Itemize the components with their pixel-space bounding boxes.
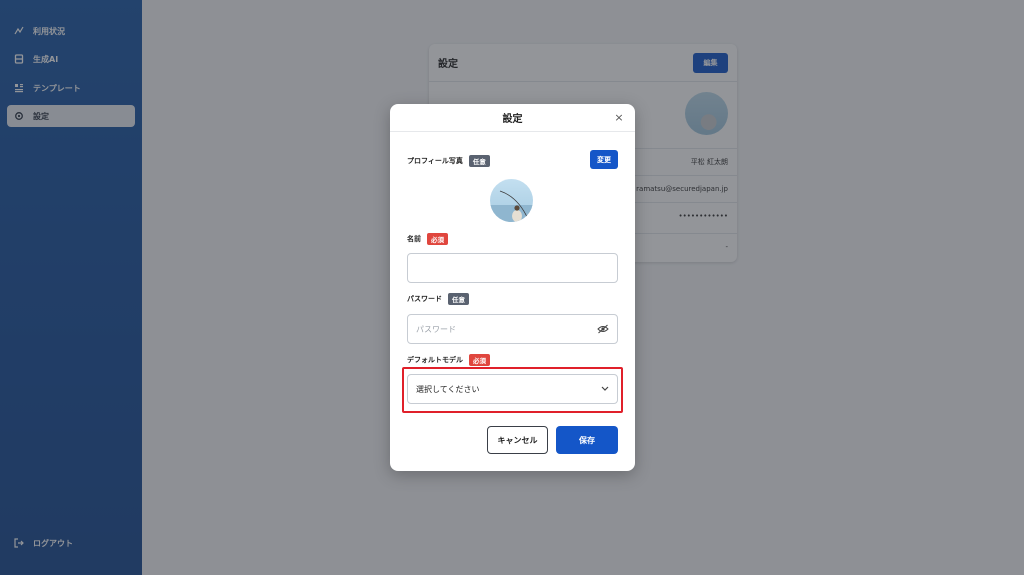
name-field[interactable] [407,253,618,283]
default-model-label-row: デフォルトモデル 必須 [407,354,490,366]
settings-modal: 設定 × プロフィール写真 任意 変更 名前 必須 パスワード 任意 パスワード [390,104,635,471]
password-label: パスワード [407,295,442,303]
profile-photo-label: プロフィール写真 [407,157,463,165]
name-label: 名前 [407,235,421,243]
required-badge: 必須 [469,354,490,366]
profile-photo-label-row: プロフィール写真 任意 [407,155,490,167]
default-model-label: デフォルトモデル [407,356,463,364]
required-badge: 必須 [427,233,448,245]
modal-header: 設定 × [390,104,635,132]
password-placeholder: パスワード [416,324,456,334]
name-label-row: 名前 必須 [407,233,448,245]
cancel-button[interactable]: キャンセル [487,426,548,454]
close-icon[interactable]: × [612,111,626,125]
save-button[interactable]: 保存 [556,426,618,454]
modal-title: 設定 [502,114,523,125]
eye-off-icon[interactable] [597,324,609,334]
avatar[interactable] [490,179,533,222]
highlight-box [402,367,623,413]
optional-badge: 任意 [448,293,469,305]
password-label-row: パスワード 任意 [407,293,469,305]
optional-badge: 任意 [468,155,490,167]
password-field[interactable]: パスワード [407,314,618,344]
change-photo-button[interactable]: 変更 [590,150,618,169]
